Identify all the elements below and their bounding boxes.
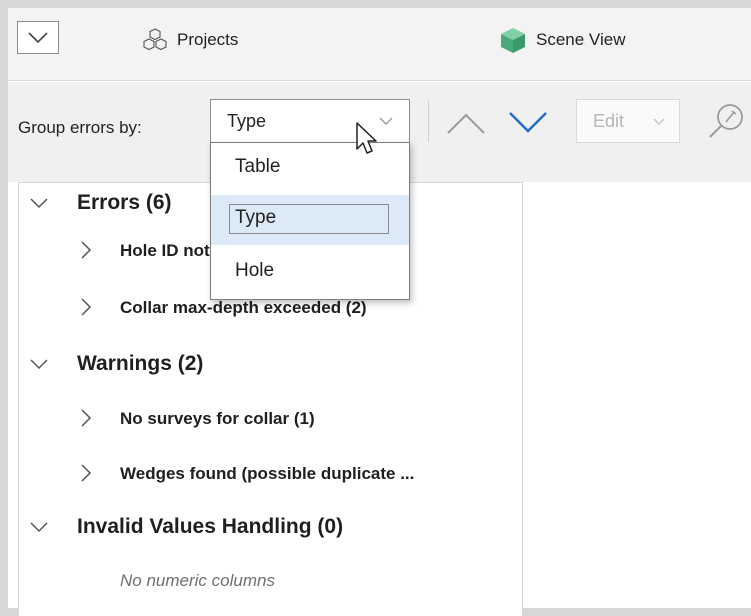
tree-item-label: Wedges found (possible duplicate ... [120,464,415,483]
toolbar-divider [428,100,429,142]
dropdown-option-hole[interactable]: Hole [211,247,409,297]
chevron-up-icon [447,113,485,134]
tab-scene-view[interactable]: Scene View [498,27,625,53]
dropdown-option-label: Hole [235,260,275,281]
dropdown-option-label: Type [235,207,277,228]
collapsed-chevron-icon[interactable] [75,453,95,493]
collapsed-chevron-icon[interactable] [75,398,95,438]
previous-error-button[interactable] [444,103,488,141]
collapse-panel-button[interactable] [17,21,59,54]
dropdown-option-type[interactable]: Type [211,195,409,245]
tab-projects-label: Projects [177,30,239,49]
placeholder-text: No numeric columns [120,571,275,590]
tree-item-label: Collar max-depth exceeded (2) [120,298,367,317]
magnifier-icon [709,104,743,138]
next-error-button[interactable] [506,103,550,141]
expand-chevron-icon[interactable] [29,344,49,384]
chevron-down-icon [653,118,665,125]
tree-item-label: No surveys for collar (1) [120,409,315,428]
group-by-select-value: Type [227,111,267,131]
tree-group-label: Warnings (2) [77,352,204,375]
chevron-down-icon [509,112,547,133]
group-by-dropdown-list: Table Type Hole [210,142,410,300]
collapsed-chevron-icon[interactable] [75,230,95,270]
mouse-cursor-icon [356,122,377,154]
projects-icon [143,28,167,51]
tree-group-label: Errors (6) [77,191,172,214]
top-bar: Projects Scene View [8,8,751,81]
window: Projects Scene View Group errors by: Typ… [8,8,751,616]
collapsed-chevron-icon[interactable] [75,287,95,327]
scene-cube-icon [501,28,525,53]
expand-chevron-icon[interactable] [29,507,49,547]
edit-dropdown-button[interactable]: Edit [576,99,680,143]
zoom-search-button[interactable] [704,100,751,142]
chevron-down-icon [28,32,48,44]
expand-chevron-icon[interactable] [29,183,49,223]
tab-projects[interactable]: Projects [141,27,238,53]
dropdown-option-label: Table [235,156,281,177]
tab-scene-view-label: Scene View [536,30,626,49]
edit-label: Edit [593,111,625,131]
group-errors-label: Group errors by: [18,118,142,137]
tree-group-label: Invalid Values Handling (0) [77,515,344,538]
